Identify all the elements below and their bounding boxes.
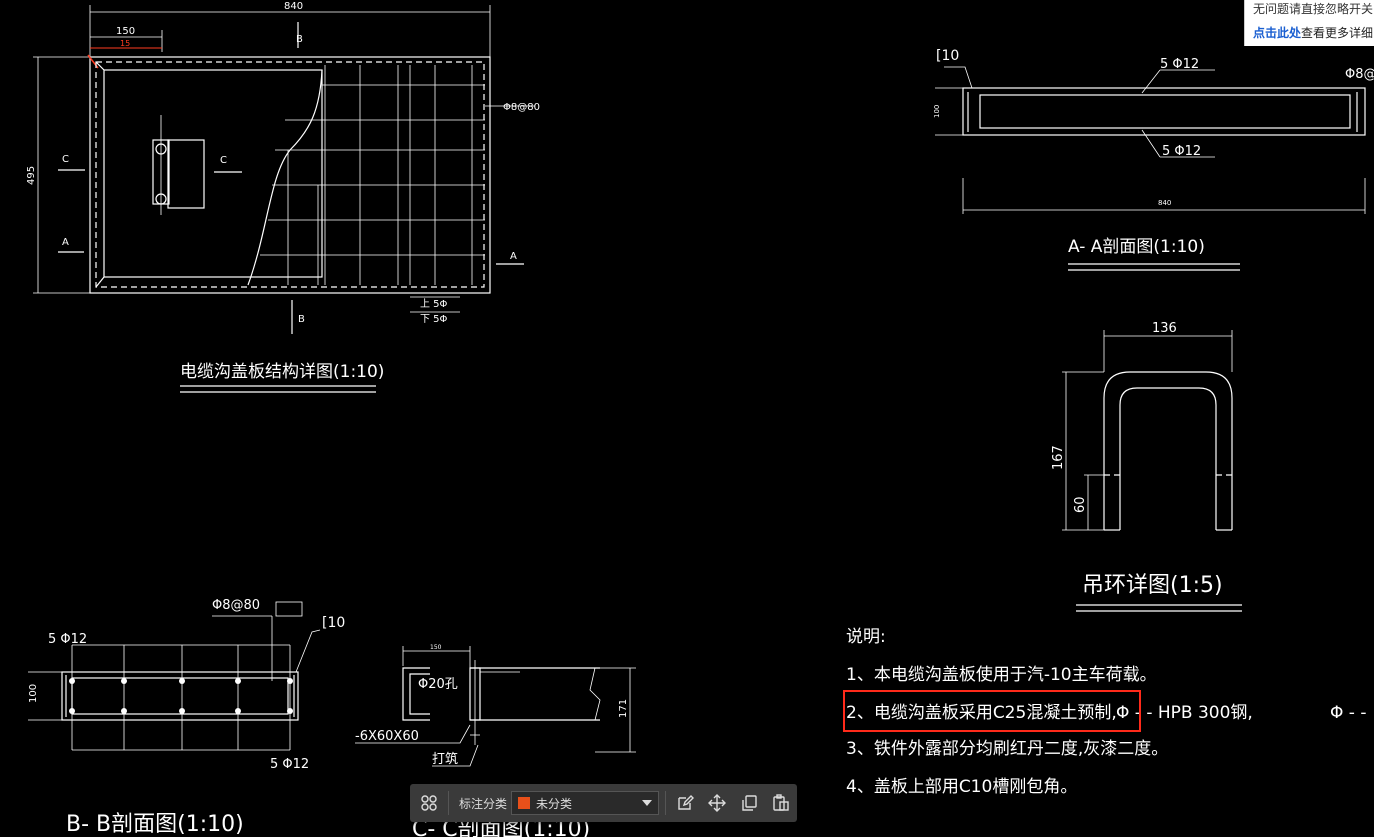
aa-top-bar: 5 Φ12: [1160, 57, 1199, 72]
plan-title: 电缆沟盖板结构详图(1:10): [180, 362, 384, 382]
bb-bottom-bar: 5 Φ12: [270, 757, 309, 772]
aa-channel: [10: [936, 48, 959, 64]
category-color-swatch: [518, 797, 531, 809]
aa-title: A- A剖面图(1:10): [1068, 237, 1205, 257]
plan-section-c-right: C: [220, 155, 227, 166]
edit-icon[interactable]: [672, 790, 698, 816]
cc-hole: Φ20孔: [418, 677, 458, 692]
notes-item-2: 2、电缆沟盖板采用C25混凝土预制,: [846, 703, 1117, 723]
hook-dim-height: 167: [1051, 445, 1066, 470]
notes-item-2-tail: Φ - - HPB 300钢,: [1116, 703, 1253, 723]
section-bb: 100 Φ8@80 [10 5 Φ12 5 Φ12 B- B剖面图(1:10): [28, 598, 345, 837]
cc-plate: -6X60X60: [355, 729, 419, 744]
bb-title: B- B剖面图(1:10): [66, 812, 244, 837]
plan-section-a-right: A: [510, 251, 517, 262]
toolbar-divider: [665, 791, 667, 815]
grid-icon[interactable]: [416, 790, 442, 816]
notice-link[interactable]: 点击此处: [1253, 26, 1301, 40]
plan-dim-15: 15: [120, 39, 130, 48]
toolbar-divider: [448, 791, 449, 815]
paste-icon[interactable]: [768, 790, 794, 816]
notice-line-2: 点击此处查看更多详细: [1253, 24, 1373, 41]
plan-bottom-rebar: 下 5Φ: [420, 314, 448, 325]
cc-dim-top: 150: [430, 644, 442, 651]
plan-top-rebar: 上 5Φ: [420, 298, 448, 310]
plan-view: 840 150 15 495 Φ8@80 上 5Φ 下 5Φ B B C C A…: [26, 1, 540, 393]
move-icon[interactable]: [704, 790, 730, 816]
plan-section-b-top: B: [296, 34, 303, 45]
plan-rebar-note: Φ8@80: [503, 102, 540, 113]
bb-channel: [10: [322, 615, 345, 631]
category-select-value: 未分类: [536, 796, 573, 811]
aa-bottom-bar: 5 Φ12: [1162, 144, 1201, 159]
notice-line-2-rest: 查看更多详细: [1301, 26, 1374, 40]
bb-stirrup: Φ8@80: [212, 598, 260, 613]
bb-top-bar: 5 Φ12: [48, 632, 87, 647]
plan-section-b-bottom: B: [298, 314, 305, 325]
aa-dim-bottom: 840: [1158, 199, 1171, 207]
chevron-down-icon: [642, 800, 653, 806]
notes-item-4: 4、盖板上部用C10槽刚包角。: [846, 777, 1077, 797]
notes: 说明: 1、本电缆沟盖板使用于汽-10主车荷载。 2、电缆沟盖板采用C25混凝土…: [843, 627, 1366, 797]
cad-drawing: 840 150 15 495 Φ8@80 上 5Φ 下 5Φ B B C C A…: [26, 1, 1374, 837]
plan-section-c-left: C: [62, 154, 69, 165]
category-select[interactable]: 未分类: [511, 791, 660, 815]
hook-dim-leg: 60: [1073, 496, 1088, 513]
plan-dim-width: 840: [284, 1, 303, 12]
hook-detail: 136 167 60 吊环详图(1:5): [1051, 321, 1242, 612]
plan-section-a-left: A: [62, 237, 69, 248]
section-aa: 100 [10 5 Φ12 5 Φ12 Φ8@ 840 A- A剖面图(1:10…: [933, 48, 1374, 271]
aa-dim-left: 100: [933, 105, 941, 118]
cc-dim-right: 171: [618, 699, 629, 718]
notice-line-1: 无问题请直接忽略开关: [1253, 2, 1374, 16]
copy-icon[interactable]: [736, 790, 762, 816]
plan-dim-height: 495: [26, 166, 37, 185]
bb-dim-left: 100: [28, 684, 39, 703]
annotation-toolbar: 标注分类 未分类: [410, 784, 797, 822]
notes-item-3: 3、铁件外露部分均刷红丹二度,灰漆二度。: [846, 739, 1168, 759]
notes-item-1: 1、本电缆沟盖板使用于汽-10主车荷载。: [846, 664, 1157, 685]
notes-item-2-tail2: Φ - -: [1330, 703, 1366, 723]
cc-weld: 打筑: [432, 751, 458, 767]
hook-dim-width: 136: [1152, 321, 1177, 336]
toolbar-label: 标注分类: [459, 796, 508, 811]
aa-stirrup: Φ8@: [1345, 67, 1374, 82]
notice-popup: 无问题请直接忽略开关 点击此处查看更多详细: [1244, 0, 1374, 46]
hook-title: 吊环详图(1:5): [1082, 573, 1223, 598]
notes-heading: 说明:: [846, 627, 886, 647]
plan-dim-150: 150: [116, 26, 135, 37]
